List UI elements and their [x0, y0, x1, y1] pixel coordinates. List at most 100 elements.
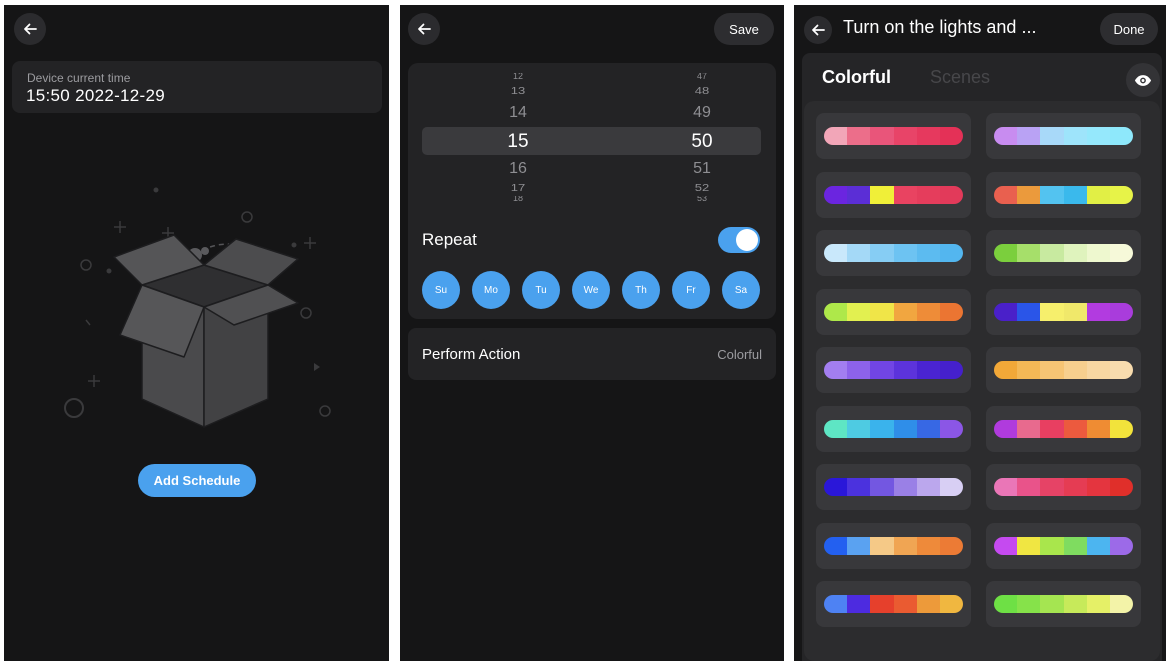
palette-color-segment	[847, 419, 871, 438]
back-button[interactable]	[408, 13, 440, 45]
arrow-left-icon	[418, 23, 431, 35]
effect-panel: Colorful Scenes	[802, 53, 1162, 661]
back-button[interactable]	[804, 16, 832, 44]
palette-color-segment	[916, 478, 940, 496]
palette-color-segment	[893, 185, 917, 204]
tab-colorful[interactable]: Colorful	[822, 67, 891, 88]
day-monday[interactable]: Mo	[472, 271, 510, 309]
palette-color-segment	[939, 419, 963, 438]
hour-value: 18	[512, 196, 523, 201]
palette-bar	[994, 595, 1133, 613]
minute-value: 51	[693, 160, 711, 177]
day-saturday[interactable]: Sa	[722, 271, 760, 309]
palette-option[interactable]	[986, 522, 1141, 569]
palette-color-segment	[994, 478, 1018, 496]
palette-color-segment	[870, 419, 894, 438]
hour-value: 16	[509, 160, 527, 177]
minute-value: 49	[693, 104, 711, 121]
palette-option[interactable]	[986, 581, 1141, 627]
palette-color-segment	[893, 419, 917, 438]
palette-color-segment	[916, 244, 940, 262]
preview-button[interactable]	[1126, 63, 1160, 97]
palette-color-segment	[1063, 595, 1087, 613]
palette-color-segment	[847, 127, 871, 145]
minute-value: 47	[696, 73, 707, 79]
palette-color-segment	[1017, 536, 1041, 555]
day-friday[interactable]: Fr	[672, 271, 710, 309]
hour-value: 17	[510, 181, 526, 194]
palette-option[interactable]	[986, 464, 1141, 510]
palette-color-segment	[847, 302, 871, 321]
palette-option[interactable]	[816, 464, 971, 510]
palette-color-segment	[994, 536, 1018, 555]
palette-color-segment	[1086, 361, 1110, 379]
palette-color-segment	[1063, 244, 1087, 262]
palette-color-segment	[1040, 185, 1064, 204]
palette-color-segment	[847, 361, 871, 379]
palette-color-segment	[1040, 536, 1064, 555]
palette-option[interactable]	[816, 113, 971, 159]
screen-title: Turn on the lights and ...	[843, 17, 1037, 37]
palette-option[interactable]	[816, 522, 971, 569]
palette-bar	[824, 478, 963, 496]
palette-color-segment	[824, 127, 848, 145]
palette-option[interactable]	[816, 581, 971, 627]
palette-color-segment	[870, 302, 894, 321]
palette-option[interactable]	[816, 288, 971, 335]
palette-bar	[824, 244, 963, 262]
palette-color-segment	[870, 536, 894, 555]
palette-color-segment	[916, 419, 940, 438]
palette-color-segment	[1109, 302, 1133, 321]
add-schedule-button[interactable]: Add Schedule	[138, 464, 256, 497]
tab-scenes[interactable]: Scenes	[930, 67, 990, 88]
palette-color-segment	[1109, 595, 1133, 613]
repeat-toggle[interactable]	[718, 227, 760, 253]
color-palette-grid	[804, 101, 1160, 661]
done-button[interactable]: Done	[1100, 13, 1158, 45]
palette-bar	[994, 302, 1133, 321]
palette-option[interactable]	[986, 113, 1141, 159]
palette-color-segment	[994, 244, 1018, 262]
palette-color-segment	[824, 244, 848, 262]
palette-bar	[994, 478, 1133, 496]
palette-color-segment	[916, 595, 940, 613]
palette-color-segment	[1063, 536, 1087, 555]
palette-color-segment	[1063, 127, 1087, 145]
palette-option[interactable]	[816, 171, 971, 218]
palette-color-segment	[824, 361, 848, 379]
palette-color-segment	[939, 127, 963, 145]
palette-color-segment	[994, 419, 1018, 438]
palette-option[interactable]	[816, 230, 971, 276]
palette-option[interactable]	[986, 171, 1141, 218]
palette-color-segment	[1086, 419, 1110, 438]
palette-color-segment	[1086, 478, 1110, 496]
back-button[interactable]	[14, 13, 46, 45]
palette-bar	[824, 185, 963, 204]
palette-color-segment	[916, 361, 940, 379]
palette-color-segment	[1017, 361, 1041, 379]
save-button[interactable]: Save	[714, 13, 774, 45]
palette-color-segment	[994, 595, 1018, 613]
palette-color-segment	[1109, 244, 1133, 262]
palette-color-segment	[870, 595, 894, 613]
palette-color-segment	[1017, 244, 1041, 262]
day-thursday[interactable]: Th	[622, 271, 660, 309]
minute-value: 52	[694, 181, 710, 194]
palette-color-segment	[824, 595, 848, 613]
day-sunday[interactable]: Su	[422, 271, 460, 309]
perform-action-value: Colorful	[717, 347, 762, 362]
palette-option[interactable]	[986, 405, 1141, 452]
palette-color-segment	[893, 302, 917, 321]
day-wednesday[interactable]: We	[572, 271, 610, 309]
palette-bar	[994, 127, 1133, 145]
hour-selected: 15	[507, 131, 529, 152]
palette-option[interactable]	[816, 347, 971, 393]
palette-option[interactable]	[986, 347, 1141, 393]
palette-option[interactable]	[986, 288, 1141, 335]
palette-bar	[994, 419, 1133, 438]
perform-action-row[interactable]: Perform Action Colorful	[408, 328, 776, 380]
day-tuesday[interactable]: Tu	[522, 271, 560, 309]
palette-option[interactable]	[816, 405, 971, 452]
palette-color-segment	[1086, 244, 1110, 262]
palette-option[interactable]	[986, 230, 1141, 276]
